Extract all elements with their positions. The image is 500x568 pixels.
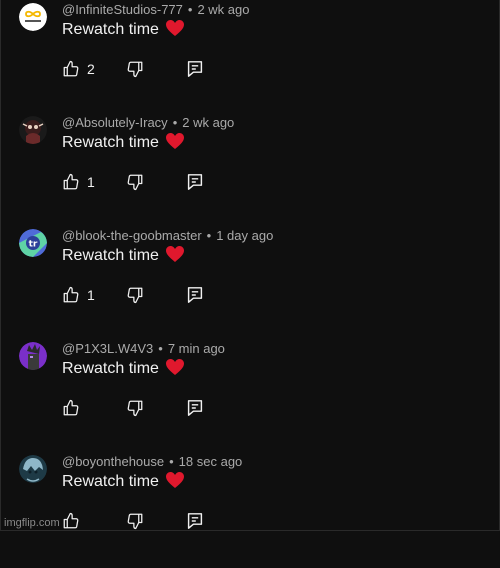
dislike-button[interactable]	[126, 59, 144, 79]
thumbs-down-icon	[127, 513, 143, 530]
reply-icon	[187, 287, 203, 303]
like-button[interactable]: 1	[62, 172, 95, 192]
reply-icon	[187, 513, 203, 529]
comment-body: Rewatch time	[62, 21, 159, 38]
like-button[interactable]	[62, 398, 87, 418]
comment-author[interactable]: @InfiniteStudios-777	[62, 2, 183, 17]
dislike-button[interactable]	[126, 398, 144, 418]
separator-dot: •	[172, 115, 178, 130]
dark-character-icon	[19, 116, 47, 144]
separator-dot: •	[187, 2, 193, 17]
comment-time[interactable]: 2 wk ago	[197, 2, 249, 17]
like-button[interactable]: 1	[62, 285, 95, 305]
comment-time[interactable]: 1 day ago	[216, 228, 273, 243]
thumbs-down-icon	[127, 400, 143, 417]
comment-text: Rewatch time	[62, 132, 185, 154]
comment-author[interactable]: @blook-the-goobmaster	[62, 228, 202, 243]
reply-button[interactable]	[187, 285, 203, 305]
comment-author[interactable]: @Absolutely-Iracy	[62, 115, 168, 130]
comment-item: @P1X3L.W4V3 • 7 min ago Rewatch time	[1, 342, 500, 455]
dislike-button[interactable]	[126, 285, 144, 305]
thumbs-up-icon	[63, 173, 79, 190]
comment-body: Rewatch time	[62, 360, 159, 377]
dislike-button[interactable]	[126, 172, 144, 192]
like-count: 2	[87, 61, 95, 77]
comment-time[interactable]: 7 min ago	[168, 341, 225, 356]
reply-button[interactable]	[187, 511, 203, 531]
purple-character-icon	[19, 342, 47, 370]
thumbs-down-icon	[127, 287, 143, 304]
svg-text:tr: tr	[29, 240, 38, 250]
comments-panel: @InfiniteStudios-777 • 2 wk ago Rewatch ti…	[0, 0, 500, 531]
reply-icon	[187, 174, 203, 190]
thumbs-down-icon	[127, 61, 143, 78]
infinity-logo-icon	[19, 3, 47, 31]
red-heart-emoji-icon	[165, 20, 184, 36]
reply-icon	[187, 61, 203, 77]
red-heart-emoji-icon	[165, 246, 184, 262]
reply-button[interactable]	[187, 172, 203, 192]
like-count: 1	[87, 174, 95, 190]
comment-meta: @P1X3L.W4V3 • 7 min ago	[62, 342, 225, 356]
comment-text: Rewatch time	[62, 358, 185, 380]
comment-meta: @boyonthehouse • 18 sec ago	[62, 455, 242, 469]
like-button[interactable]	[62, 511, 87, 531]
comment-time[interactable]: 2 wk ago	[182, 115, 234, 130]
anime-character-icon	[19, 455, 47, 483]
comment-item: tr @blook-the-goobmaster • 1 day ago Rewat…	[1, 229, 500, 342]
reply-button[interactable]	[187, 59, 203, 79]
avatar[interactable]	[19, 455, 47, 483]
comment-text: Rewatch time	[62, 19, 185, 41]
comment-time[interactable]: 18 sec ago	[179, 454, 243, 469]
avatar[interactable]: tr	[19, 229, 47, 257]
dislike-button[interactable]	[126, 511, 144, 531]
comment-text: Rewatch time	[62, 245, 185, 267]
thumbs-up-icon	[63, 286, 79, 303]
reply-icon	[187, 400, 203, 416]
comment-body: Rewatch time	[62, 134, 159, 151]
red-heart-emoji-icon	[165, 472, 184, 488]
avatar[interactable]	[19, 116, 47, 144]
comment-meta: @InfiniteStudios-777 • 2 wk ago	[62, 3, 250, 17]
blue-green-logo-icon: tr	[19, 229, 47, 257]
red-heart-emoji-icon	[165, 359, 184, 375]
red-heart-emoji-icon	[165, 133, 184, 149]
comment-author[interactable]: @P1X3L.W4V3	[62, 341, 153, 356]
separator-dot: •	[206, 228, 212, 243]
like-button[interactable]: 2	[62, 59, 95, 79]
reply-button[interactable]	[187, 398, 203, 418]
comment-body: Rewatch time	[62, 247, 159, 264]
avatar[interactable]	[19, 342, 47, 370]
comment-author[interactable]: @boyonthehouse	[62, 454, 164, 469]
like-count: 1	[87, 287, 95, 303]
comment-body: Rewatch time	[62, 473, 159, 490]
comment-text: Rewatch time	[62, 471, 185, 493]
thumbs-up-icon	[63, 399, 79, 416]
comment-meta: @blook-the-goobmaster • 1 day ago	[62, 229, 273, 243]
watermark: imgflip.com	[4, 517, 60, 529]
thumbs-down-icon	[127, 174, 143, 191]
comment-item: @InfiniteStudios-777 • 2 wk ago Rewatch ti…	[1, 3, 500, 116]
thumbs-up-icon	[63, 60, 79, 77]
comment-meta: @Absolutely-Iracy • 2 wk ago	[62, 116, 234, 130]
thumbs-up-icon	[63, 512, 79, 529]
avatar[interactable]	[19, 3, 47, 31]
comment-item: @boyonthehouse • 18 sec ago Rewatch time	[1, 455, 500, 568]
separator-dot: •	[169, 454, 174, 469]
separator-dot: •	[158, 341, 163, 356]
comment-item: @Absolutely-Iracy • 2 wk ago Rewatch time …	[1, 116, 500, 229]
